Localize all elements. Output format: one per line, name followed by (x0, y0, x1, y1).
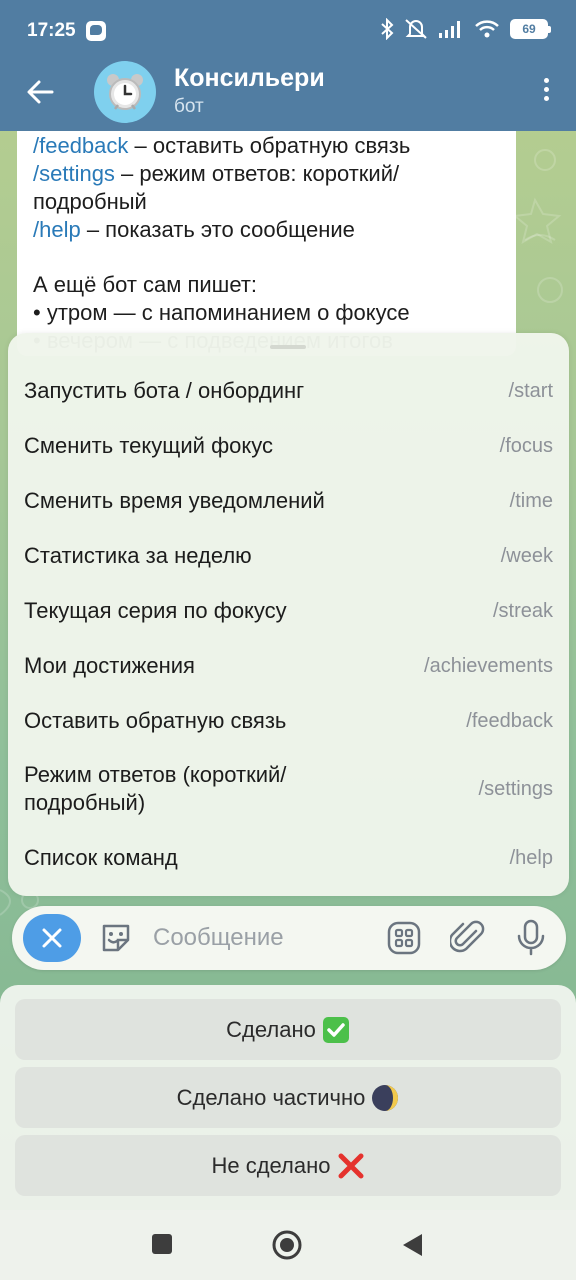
top-bar: 17:25 69 Консильери бот (0, 0, 576, 131)
command-code: /time (509, 489, 553, 512)
bot-keyboard-icon[interactable] (386, 920, 422, 956)
command-item-achievements[interactable]: Мои достижения/achievements (8, 638, 569, 694)
avatar[interactable] (94, 61, 156, 123)
command-item-time[interactable]: Сменить время уведомлений/time (8, 473, 569, 529)
cross-mark-icon (337, 1152, 365, 1180)
more-menu-icon[interactable] (540, 74, 552, 110)
command-description: Сменить текущий фокус (24, 433, 274, 458)
chat-subtitle: бот (174, 96, 204, 117)
command-code: /help (509, 846, 553, 869)
command-code: /start (508, 379, 553, 402)
message-line-text: – показать это сообщение (80, 217, 355, 242)
command-item-week[interactable]: Статистика за неделю/week (8, 528, 569, 584)
recents-icon[interactable] (150, 1232, 174, 1256)
command-link[interactable]: /help (33, 217, 81, 242)
command-code: /focus (499, 434, 553, 457)
message-line: /settings – режим ответов: короткий/ (33, 160, 500, 188)
close-icon (42, 928, 62, 948)
mute-icon (405, 19, 427, 39)
command-code: /feedback (466, 709, 553, 732)
message-line-text: – режим ответов: короткий/ (114, 161, 400, 186)
command-description: Текущая серия по фокусу (24, 598, 287, 623)
message-line: /help – показать это сообщение (33, 216, 500, 244)
messenger-icon (86, 21, 106, 41)
message-paragraph-title: А ещё бот сам пишет: (33, 272, 258, 297)
command-link[interactable]: /feedback (33, 133, 128, 158)
command-item-start[interactable]: Запустить бота / онбординг/start (8, 363, 569, 419)
message-line-text: подробный (33, 189, 147, 214)
bluetooth-icon (381, 18, 394, 40)
signal-icon (439, 21, 460, 38)
partially-done-label: Сделано частично (176, 1084, 366, 1110)
chat-title[interactable]: Консильери (174, 64, 325, 93)
partially-done-button[interactable]: Сделано частично (15, 1067, 561, 1128)
command-link[interactable]: /settings (33, 161, 115, 186)
alarm-clock-icon (107, 74, 143, 110)
not-done-label: Не сделано (211, 1152, 331, 1178)
command-description: Статистика за неделю (24, 543, 252, 568)
home-icon[interactable] (272, 1230, 302, 1260)
status-bar: 17:25 69 (0, 0, 576, 64)
command-code: /achievements (424, 654, 553, 677)
system-nav-bar (0, 1210, 576, 1280)
command-description: Сменить время уведомлений (24, 488, 325, 513)
battery-icon: 69 (510, 19, 551, 39)
command-description: Мои достижения (24, 653, 195, 678)
back-arrow-icon[interactable] (22, 74, 58, 110)
moon-icon (371, 1084, 399, 1112)
wifi-icon (475, 20, 499, 38)
not-done-button[interactable]: Не сделано (15, 1135, 561, 1196)
check-mark-icon (322, 1016, 350, 1044)
command-code: /week (500, 544, 553, 567)
command-description: Режим ответов (короткий/ подробный) (24, 762, 287, 815)
message-line-text: – оставить обратную связь (128, 133, 411, 158)
close-commands-button[interactable] (23, 914, 81, 962)
command-item-streak[interactable]: Текущая серия по фокусу/streak (8, 583, 569, 639)
bot-commands-panel: Запустить бота / онбординг/start Сменить … (8, 333, 569, 896)
command-item-settings[interactable]: Режим ответов (короткий/ подробный) /sett… (8, 747, 569, 831)
message-line: /feedback – оставить обратную связь (33, 132, 500, 160)
command-code: /settings (478, 777, 553, 800)
sticker-icon[interactable] (98, 920, 134, 956)
message-input[interactable] (153, 920, 373, 956)
command-item-feedback[interactable]: Оставить обратную связь/feedback (8, 693, 569, 749)
message-input-bar (12, 906, 566, 970)
command-description: Список команд (24, 845, 178, 870)
command-description: Оставить обратную связь (24, 708, 287, 733)
message-bullet: • утром — с напоминанием о фокусе (33, 300, 410, 325)
message-bubble: /feedback – оставить обратную связь/sett… (17, 131, 516, 356)
back-icon[interactable] (400, 1232, 424, 1258)
attach-icon[interactable] (450, 919, 486, 957)
chat-header[interactable]: Консильери бот (0, 56, 576, 131)
done-label: Сделано (226, 1016, 316, 1042)
command-item-help[interactable]: Список команд/help (8, 830, 569, 886)
message-commands-list: /feedback – оставить обратную связь/sett… (33, 132, 500, 244)
command-description: Запустить бота / онбординг (24, 378, 305, 403)
command-code: /streak (492, 599, 553, 622)
status-time: 17:25 (27, 20, 76, 41)
microphone-icon[interactable] (516, 919, 546, 957)
done-button[interactable]: Сделано (15, 999, 561, 1060)
message-line: подробный (33, 188, 500, 216)
command-item-focus[interactable]: Сменить текущий фокус/focus (8, 418, 569, 474)
reply-keyboard: Сделано Сделано частично Не сделано (0, 985, 576, 1210)
drag-handle[interactable] (270, 345, 306, 349)
